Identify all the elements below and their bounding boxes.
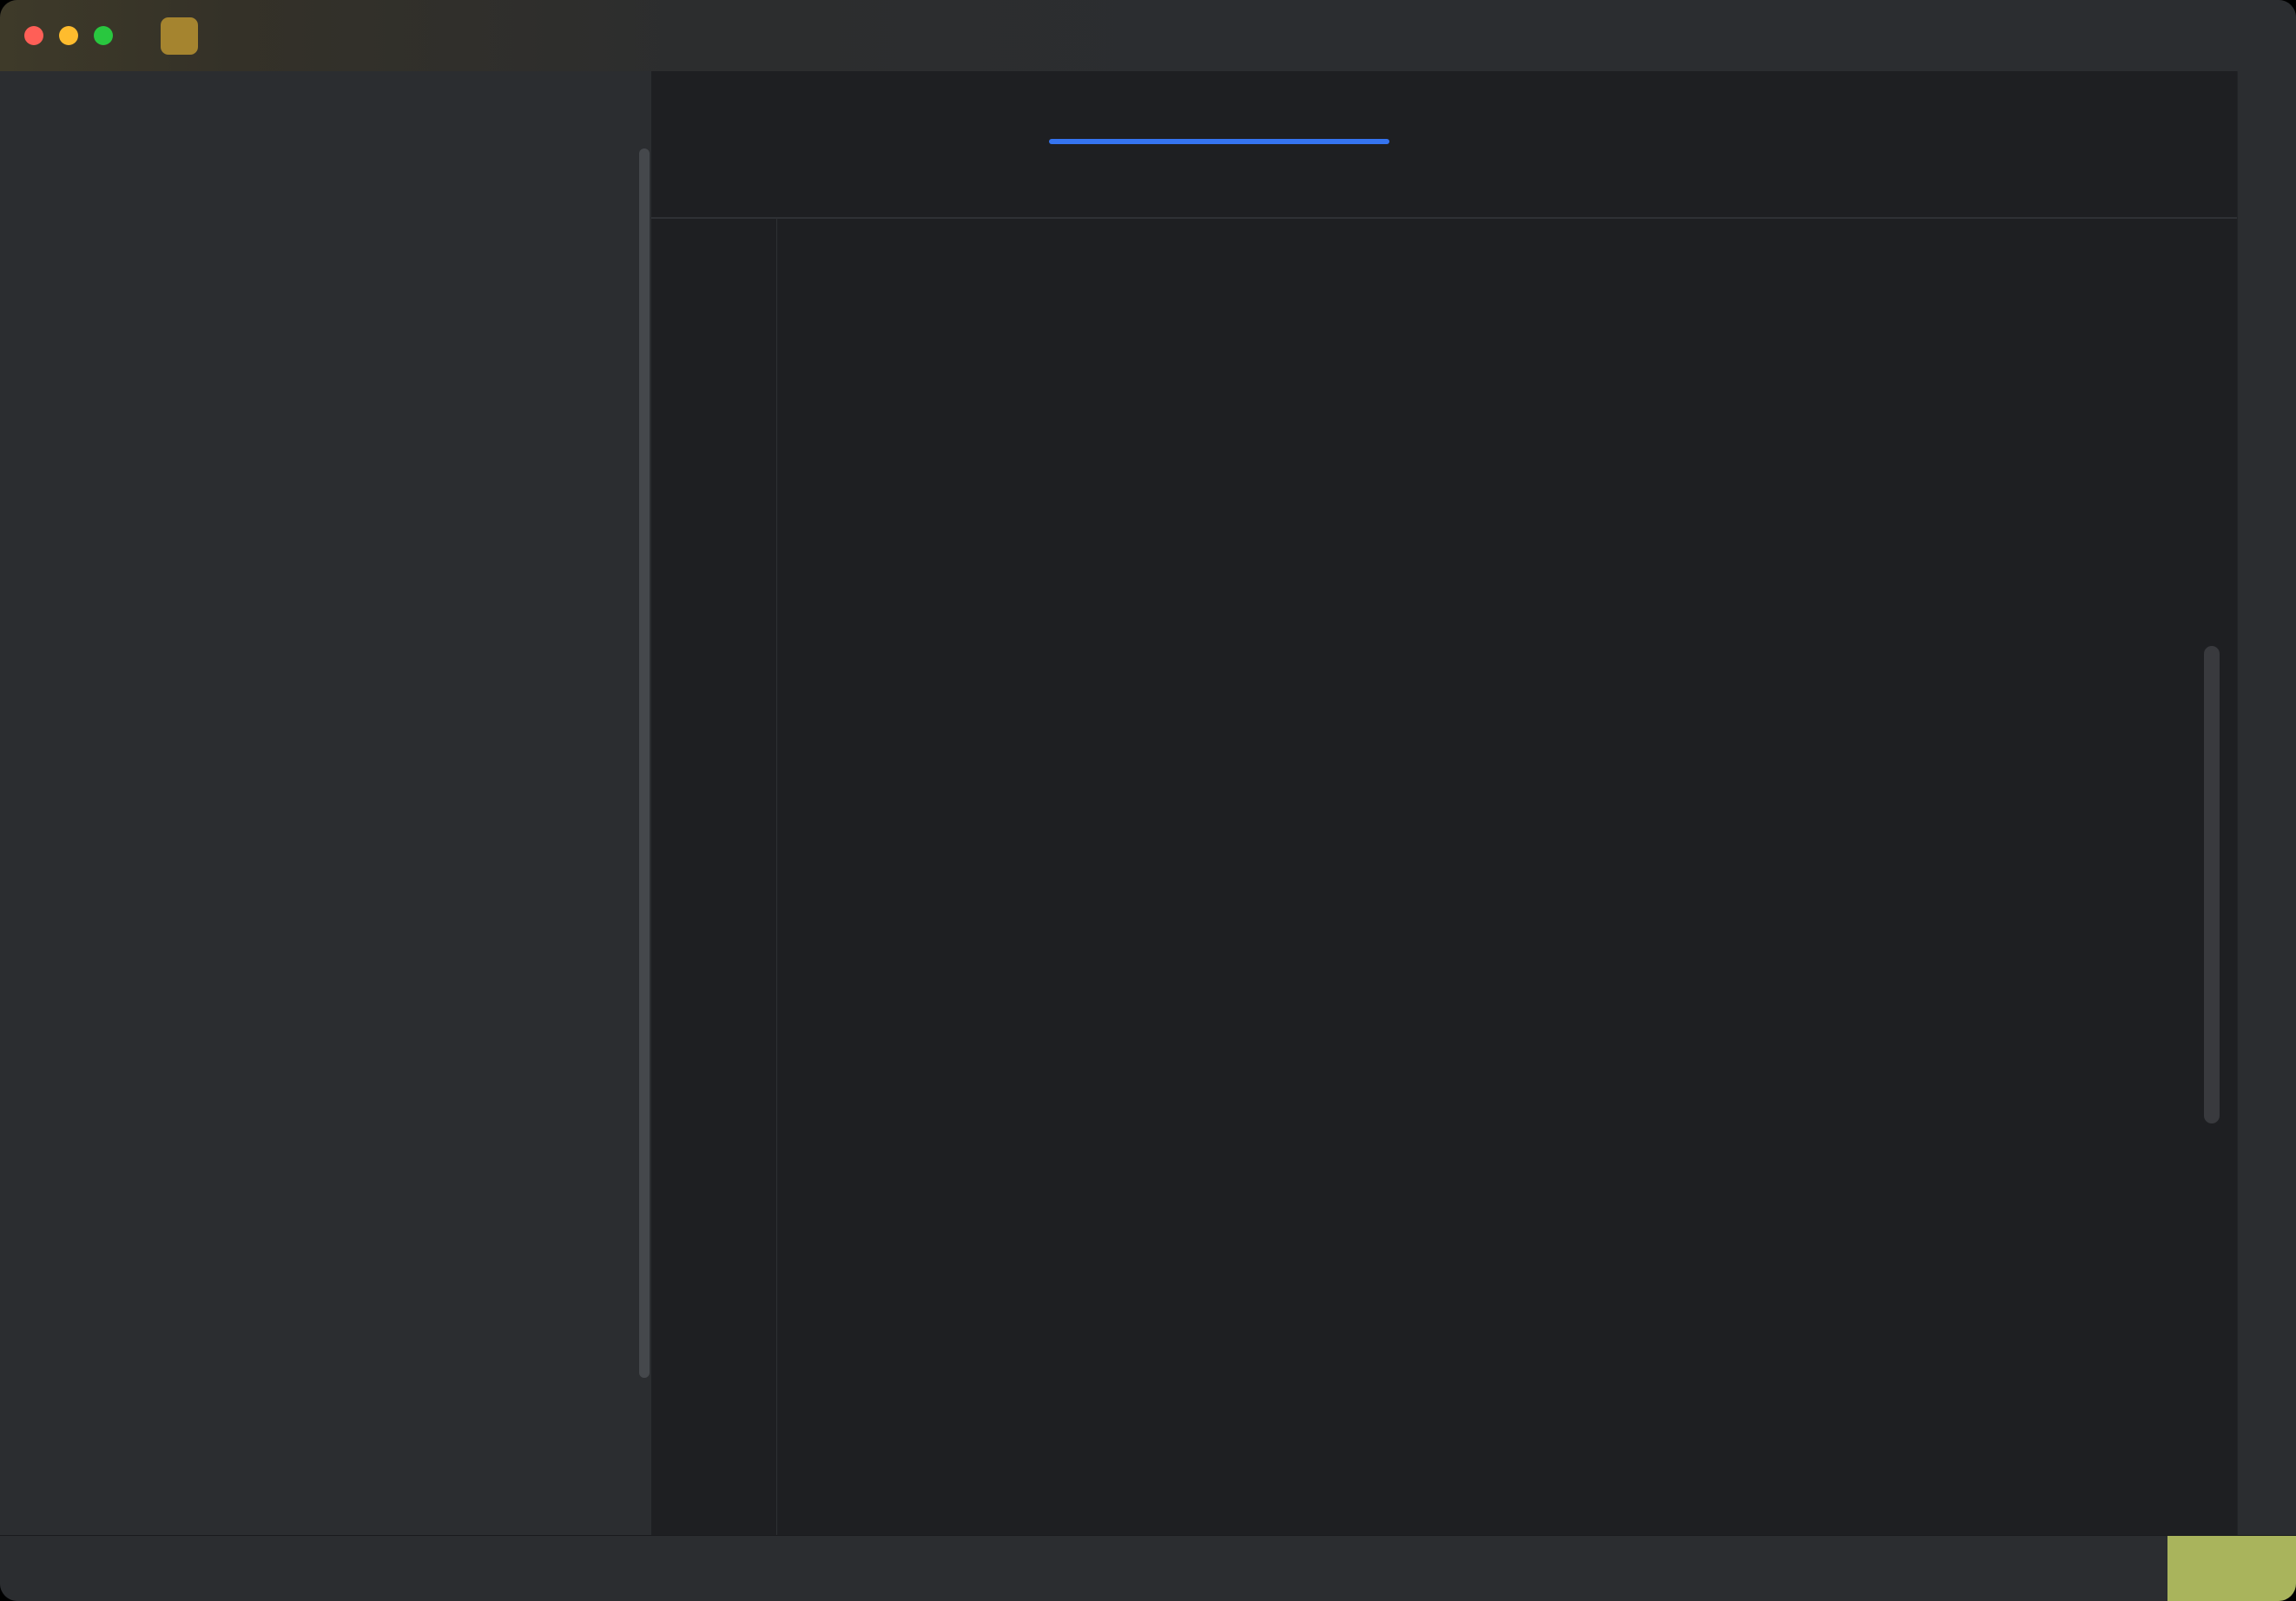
gutter-separator xyxy=(776,217,777,1535)
tab-options-icon[interactable] xyxy=(2180,93,2209,122)
more-run-options-button[interactable] xyxy=(1886,0,1916,71)
search-icon xyxy=(2176,21,2206,50)
settings-button[interactable] xyxy=(2246,0,2275,71)
status-bar xyxy=(0,1535,2296,1601)
vim-mode-badge[interactable] xyxy=(2167,1536,2296,1601)
chevron-down-icon xyxy=(108,96,127,115)
ideavim-icon[interactable] xyxy=(2112,1553,2143,1585)
debug-button[interactable] xyxy=(1825,0,1855,71)
ai-assistant-button[interactable] xyxy=(2034,0,2063,71)
editor-area xyxy=(651,71,2237,1535)
gear-icon xyxy=(2246,21,2275,50)
editor-tab-bar xyxy=(651,71,2237,145)
close-window-button[interactable] xyxy=(24,26,43,45)
code-with-me-button[interactable] xyxy=(2107,0,2136,71)
debug-icon xyxy=(1825,21,1855,50)
more-vertical-icon xyxy=(1886,21,1916,50)
tab-javabackendapplication[interactable] xyxy=(669,71,721,144)
spring-boot-run-file-icon xyxy=(681,94,709,122)
run-button[interactable] xyxy=(1768,0,1798,71)
java-class-icon xyxy=(1061,94,1089,122)
chevron-down-icon xyxy=(219,25,240,46)
project-panel-header[interactable] xyxy=(101,83,127,128)
ai-assistant-icon xyxy=(2034,21,2063,50)
minimize-window-button[interactable] xyxy=(59,26,78,45)
branch-widget[interactable] xyxy=(412,0,483,71)
project-tree xyxy=(68,150,651,1535)
run-icon xyxy=(1768,21,1798,50)
title-bar xyxy=(0,0,2296,71)
project-widget[interactable] xyxy=(161,0,240,71)
right-tool-stripe xyxy=(2237,71,2296,1535)
inspections-ok-icon[interactable] xyxy=(2195,153,2225,182)
editor-scrollbar[interactable] xyxy=(2204,646,2220,1123)
project-tool-window xyxy=(68,71,651,1535)
run-configuration-widget[interactable] xyxy=(1424,0,1495,71)
mouse-cursor xyxy=(1839,1165,1874,1203)
chevron-down-icon xyxy=(462,25,483,46)
git-branch-icon xyxy=(412,21,441,50)
tab-productcontroller[interactable] xyxy=(1049,71,1122,144)
search-everywhere-button[interactable] xyxy=(2176,0,2206,71)
sticky-class-header[interactable] xyxy=(651,144,2237,219)
left-tool-stripe xyxy=(0,71,69,1535)
project-tree-scrollbar[interactable] xyxy=(639,148,650,1378)
zoom-window-button[interactable] xyxy=(94,26,113,45)
project-badge xyxy=(161,17,198,55)
chevron-down-icon xyxy=(1475,25,1495,46)
ide-window xyxy=(0,0,2296,1601)
spring-boot-icon xyxy=(1424,21,1454,50)
user-plus-icon xyxy=(2107,21,2136,50)
code-viewport xyxy=(651,217,2237,1535)
